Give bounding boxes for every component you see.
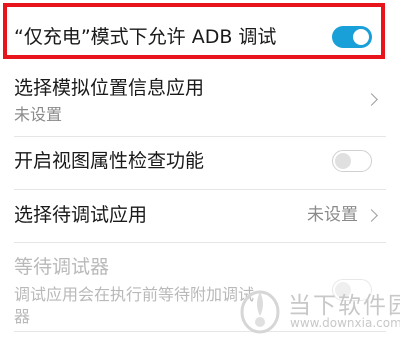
watermark: 当下软件园 www.downxia.com	[238, 282, 400, 340]
setting-desc-wait-debugger-line1: 调试应用会在执行前等待附加调试	[14, 285, 255, 304]
setting-row-mock-location[interactable]: 选择模拟位置信息应用 未设置	[0, 64, 400, 136]
setting-value-mock-location: 未设置	[14, 105, 63, 124]
chevron-right-icon	[365, 209, 378, 222]
setting-row-view-attr[interactable]: 开启视图属性检查功能	[0, 137, 400, 189]
setting-title-usb-adb: “仅充电”模式下允许 ADB 调试	[14, 26, 277, 48]
downxia-logo-icon	[240, 290, 280, 334]
toggle-knob	[335, 153, 351, 169]
watermark-text: 当下软件园	[288, 293, 400, 319]
chevron-right-icon	[365, 93, 378, 106]
setting-row-debug-app[interactable]: 选择待调试应用 未设置	[0, 190, 400, 242]
watermark-url: www.downxia.com	[290, 316, 400, 330]
toggle-knob	[353, 29, 369, 45]
setting-row-usb-adb[interactable]: “仅充电”模式下允许 ADB 调试	[0, 0, 400, 62]
view-attr-toggle[interactable]	[332, 150, 372, 172]
setting-title-view-attr: 开启视图属性检查功能	[14, 150, 205, 172]
setting-value-debug-app: 未设置	[307, 205, 358, 225]
setting-desc-wait-debugger-line2: 器	[14, 307, 31, 326]
setting-title-mock-location: 选择模拟位置信息应用	[14, 77, 205, 99]
setting-title-debug-app: 选择待调试应用	[14, 204, 148, 226]
usb-adb-toggle[interactable]	[332, 26, 372, 48]
setting-title-wait-debugger: 等待调试器	[14, 256, 110, 278]
